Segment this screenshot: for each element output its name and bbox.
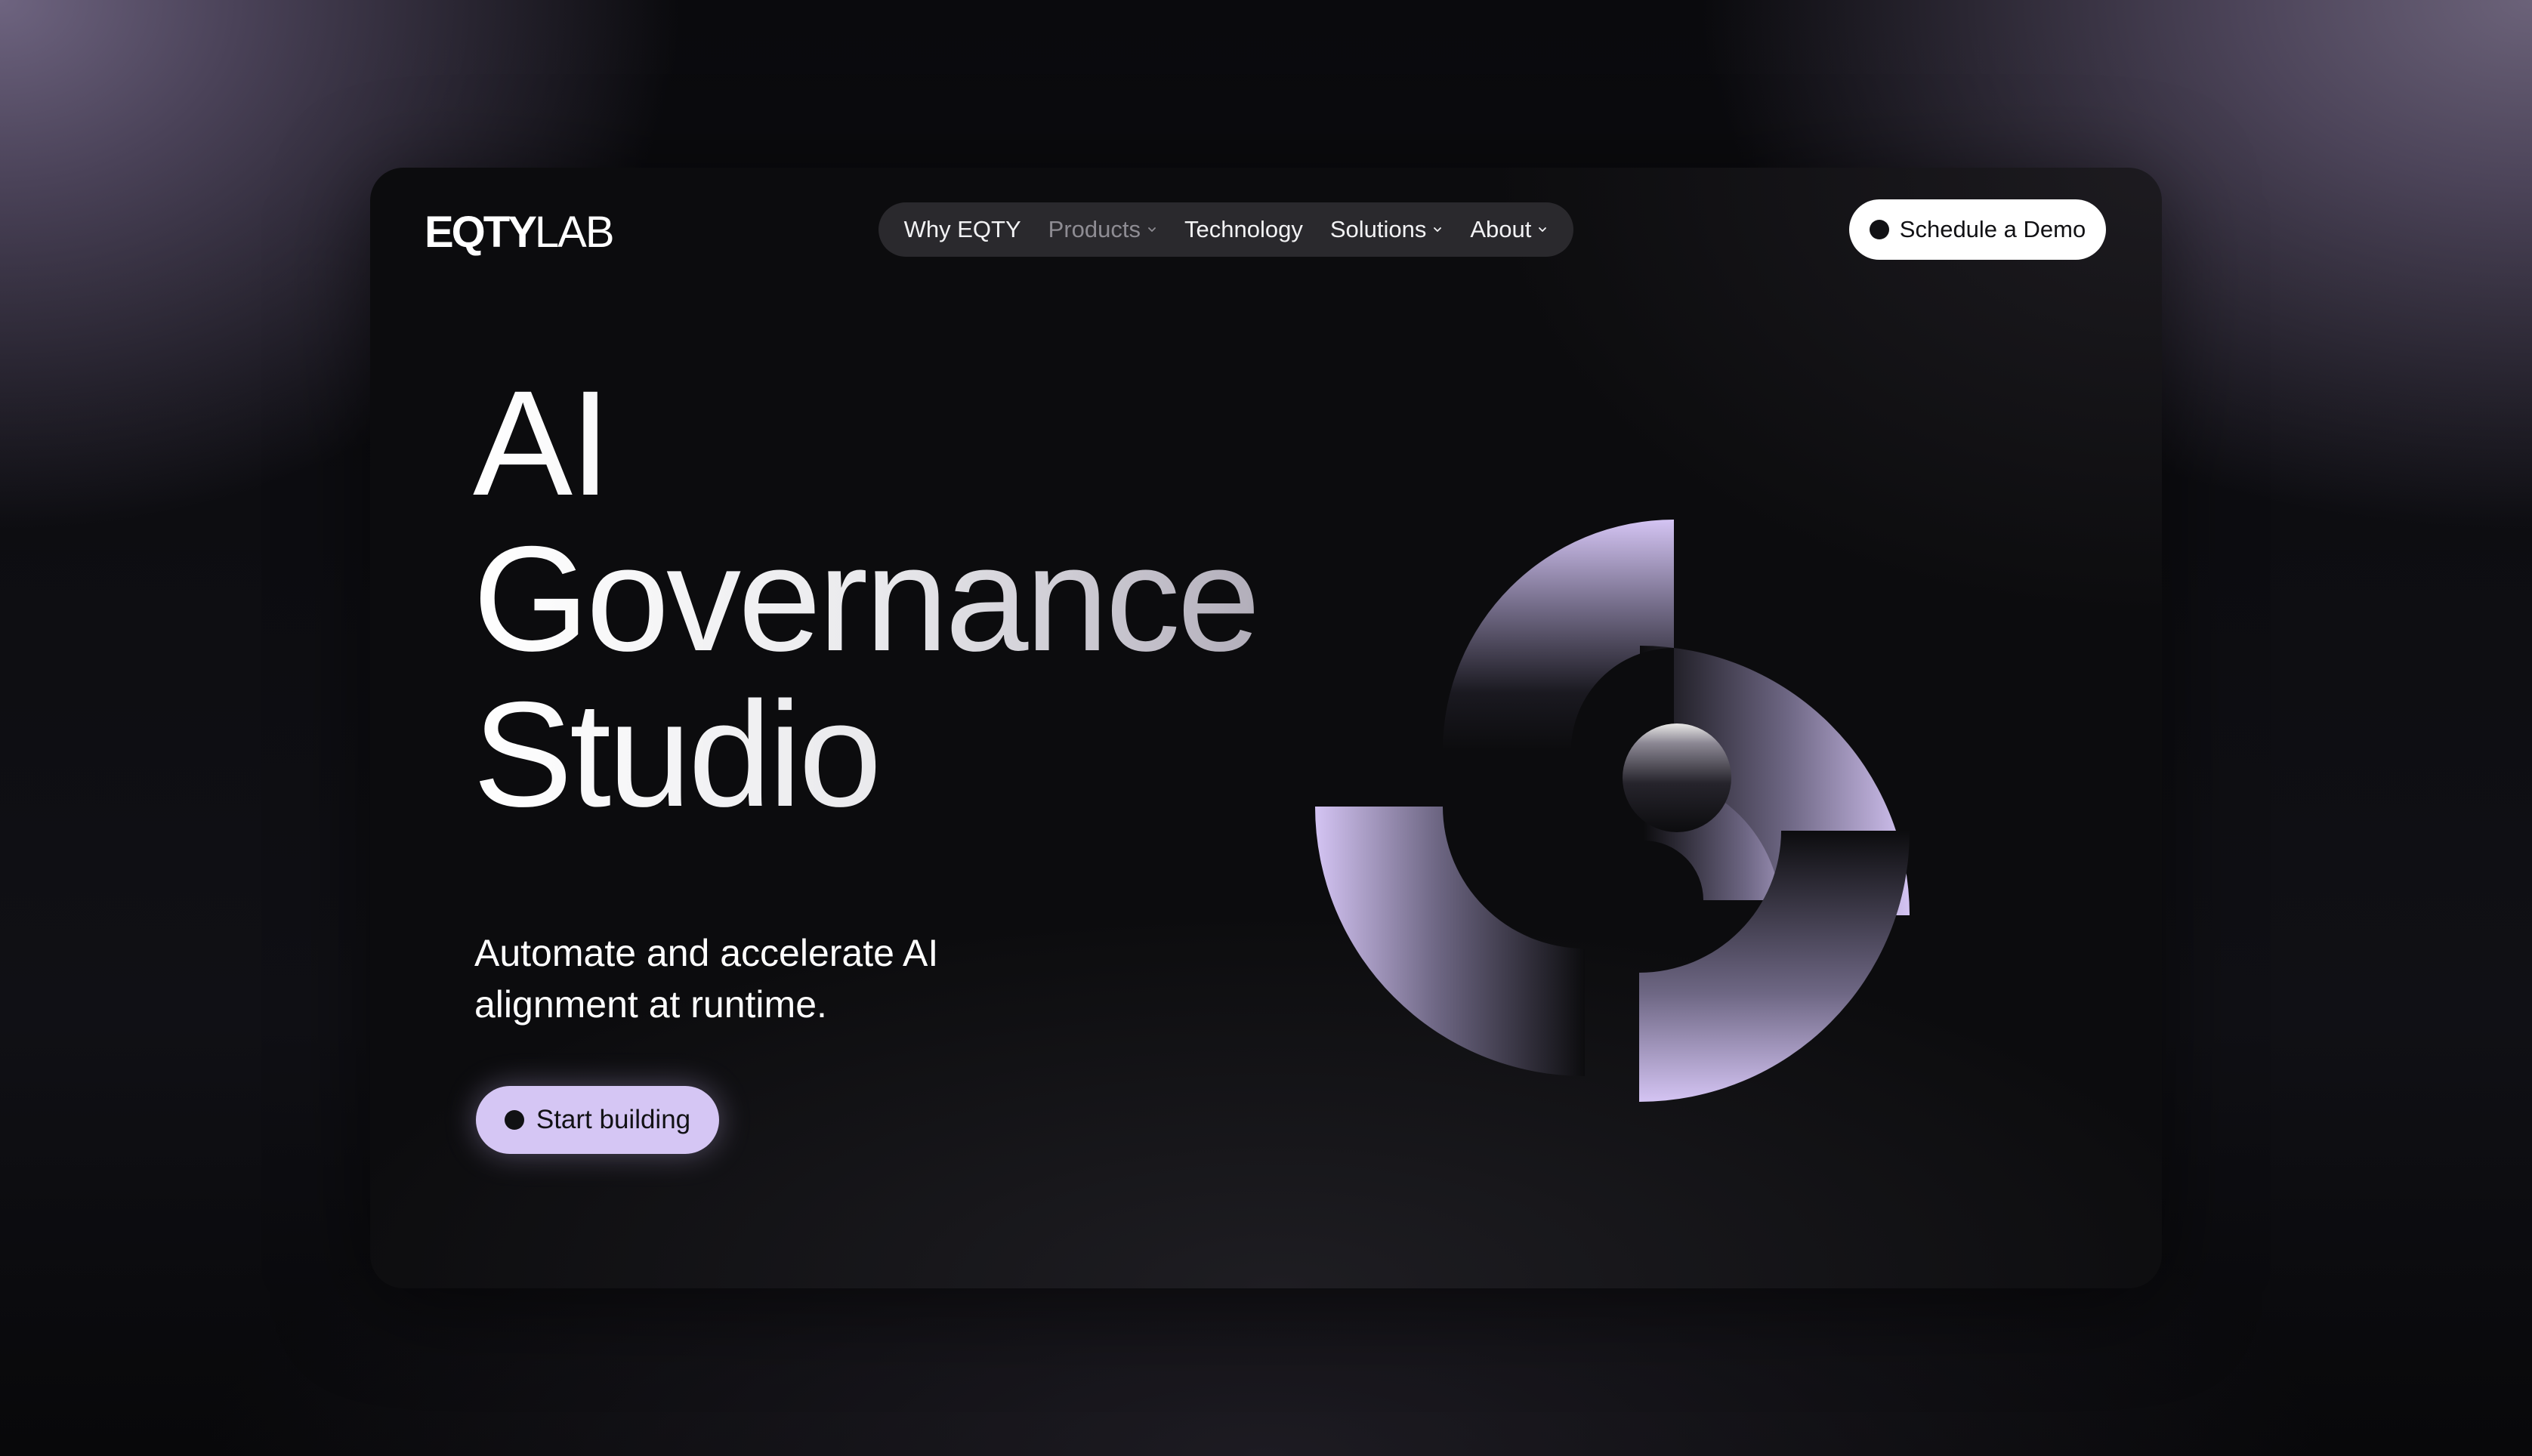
- nav-item-about[interactable]: About: [1470, 216, 1548, 243]
- nav-item-solutions[interactable]: Solutions: [1330, 216, 1444, 243]
- main-navigation: Why EQTY Products Technology Solutions A…: [878, 202, 1573, 257]
- dot-icon: [504, 1110, 524, 1130]
- left-arc-shape: [1315, 807, 1585, 1076]
- headline-line-3: Studio: [473, 677, 1379, 832]
- hero-subtitle: Automate and accelerate AI alignment at …: [474, 932, 939, 1026]
- hero-card: EQTY LAB Why EQTY Products Technology So…: [370, 168, 2162, 1288]
- hero-headline: AI Governance Studio: [473, 366, 1379, 832]
- nav-item-technology[interactable]: Technology: [1184, 216, 1303, 243]
- eqty-lab-logo[interactable]: EQTY LAB: [425, 207, 615, 258]
- chevron-down-icon: [1148, 227, 1156, 232]
- schedule-demo-button[interactable]: Schedule a Demo: [1849, 199, 2106, 260]
- nav-item-label: Technology: [1184, 216, 1303, 242]
- start-building-label: Start building: [536, 1105, 691, 1134]
- nav-item-label: Solutions: [1329, 216, 1427, 242]
- nav-item-label: Products: [1048, 216, 1141, 242]
- center-sphere: [1623, 723, 1731, 832]
- page-background: EQTY LAB Why EQTY Products Technology So…: [0, 0, 2532, 1456]
- dot-icon: [1869, 220, 1889, 239]
- start-building-button[interactable]: Start building: [476, 1086, 719, 1154]
- schedule-demo-label: Schedule a Demo: [1899, 216, 2086, 242]
- headline-line-2: Governance: [473, 521, 1379, 677]
- abstract-ring-graphic: [1315, 520, 1910, 1102]
- nav-item-products[interactable]: Products: [1048, 216, 1157, 243]
- logo-light-text: LAB: [534, 208, 615, 257]
- nav-item-label: About: [1470, 216, 1532, 242]
- headline-line-1: AI: [473, 366, 1379, 521]
- nav-item-label: Why EQTY: [903, 216, 1021, 242]
- chevron-down-icon: [1434, 227, 1442, 232]
- chevron-down-icon: [1539, 227, 1547, 232]
- logo-bold-text: EQTY: [425, 208, 537, 257]
- nav-item-why-eqty[interactable]: Why EQTY: [904, 216, 1021, 243]
